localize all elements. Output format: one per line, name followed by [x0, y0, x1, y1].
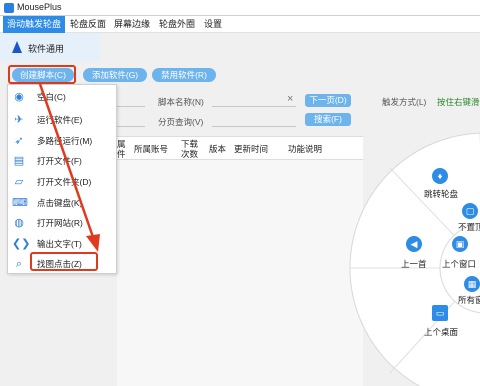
file-icon: ▤ [13, 155, 25, 167]
folder-icon: ▱ [14, 176, 24, 188]
dropdown-item-label: 多路径运行(M) [37, 136, 93, 146]
desktop-icon: ▭ [432, 305, 448, 321]
navigation-arrow-icon [12, 41, 22, 53]
column-header: 下载 次数 [181, 139, 199, 159]
title-bar: MousePlus [0, 0, 480, 16]
airplane-icon: ✈ [14, 114, 24, 126]
tab-slide-trigger-wheel[interactable]: 滑动触发轮盘 [3, 16, 66, 33]
window-icon: ▣ [452, 236, 468, 252]
dropdown-item-label: 点击键盘(K) [37, 198, 83, 208]
wheel-label: 上个桌面 [424, 327, 459, 337]
dropdown-item-label: 打开网站(R) [37, 218, 83, 228]
circle-dot-icon: ◉ [14, 91, 24, 103]
field-underline [117, 126, 145, 127]
script-name-input[interactable] [212, 106, 296, 107]
search-icon: ⌕ [15, 258, 23, 270]
trigger-mode-value[interactable]: 按住右键滑动 [437, 96, 480, 108]
subnav-label: 软件通用 [28, 44, 65, 54]
column-header: 更新时间 [234, 144, 269, 154]
column-header: 所属账号 [134, 144, 169, 154]
dropdown-item-output-text[interactable]: ❮❯ 输出文字(T) [8, 234, 116, 254]
highlight-box [8, 65, 76, 84]
dropdown-item-label: 运行软件(E) [37, 115, 83, 125]
column-header: 版本 [209, 144, 227, 154]
column-header: 功能说明 [288, 144, 323, 154]
dropdown-item-multi-path-run[interactable]: ➶ 多路径运行(M) [8, 131, 116, 151]
subnav-software-common[interactable]: 软件通用 [0, 33, 100, 61]
window-title: MousePlus [17, 2, 62, 12]
page-query-label: 分页查询(V) [158, 117, 204, 127]
next-page-button[interactable]: 下一页(D) [305, 94, 351, 107]
globe-icon: ◍ [14, 217, 24, 229]
dropdown-item-click-keyboard[interactable]: ⌨ 点击键盘(K) [8, 193, 116, 213]
dropdown-item-run-software[interactable]: ✈ 运行软件(E) [8, 110, 116, 130]
wheel-label: 不置顶 [458, 222, 480, 232]
trigger-mode-label: 触发方式(L) [382, 97, 427, 107]
script-name-label: 脚本名称(N) [158, 97, 204, 107]
tab-screen-edge[interactable]: 屏幕边缘 [110, 16, 154, 33]
dropdown-item-label: 打开文件夹(D) [37, 177, 92, 187]
dropdown-item-open-file[interactable]: ▤ 打开文件(F) [8, 151, 116, 171]
dropdown-item-label: 打开文件(F) [37, 156, 82, 166]
column-header: 属 件 [117, 139, 126, 159]
tie-icon: ♦ [432, 168, 448, 184]
rocket-icon: ➶ [14, 135, 24, 147]
previous-icon: ◀ [406, 236, 422, 252]
wheel-label: 所有窗 [458, 295, 480, 305]
clear-icon[interactable]: × [287, 93, 293, 105]
keyboard-icon: ⌨ [12, 197, 28, 209]
table-body [117, 160, 363, 386]
dropdown-item-open-folder[interactable]: ▱ 打开文件夹(D) [8, 172, 116, 192]
table-header: 属 件 所属账号 下载 次数 版本 更新时间 功能说明 [117, 136, 363, 160]
dropdown-item-label: 空白(C) [37, 92, 66, 102]
grid-icon: ▦ [464, 276, 480, 292]
code-icon: ❮❯ [12, 238, 31, 250]
app-icon [4, 3, 14, 13]
tab-wheel-outer[interactable]: 轮盘外圈 [155, 16, 199, 33]
wheel-preview: ♦ 跳转轮盘 ▢ 不置顶 ◀ 上一首 ▣ 上个窗口 ▦ 所有窗 ▭ 上个桌面 [340, 128, 480, 386]
pin-icon: ▢ [462, 203, 478, 219]
dropdown-item-blank[interactable]: ◉ 空白(C) [8, 87, 116, 107]
dropdown-item-open-website[interactable]: ◍ 打开网站(R) [8, 213, 116, 233]
highlight-box [30, 252, 98, 271]
wheel-label: 上个窗口 [442, 259, 477, 269]
search-button[interactable]: 搜索(F) [305, 113, 351, 126]
wheel-label: 上一首 [401, 259, 427, 269]
page-query-input[interactable] [212, 126, 296, 127]
wheel-graphic [349, 132, 480, 386]
dropdown-item-label: 输出文字(T) [37, 239, 82, 249]
tab-wheel-back[interactable]: 轮盘反面 [66, 16, 110, 33]
add-software-button[interactable]: 添加软件(G) [83, 68, 147, 82]
field-underline [117, 106, 145, 107]
disable-software-button[interactable]: 禁用软件(R) [152, 68, 216, 82]
create-script-dropdown: ◉ 空白(C) ✈ 运行软件(E) ➶ 多路径运行(M) ▤ 打开文件(F) ▱… [7, 84, 117, 274]
wheel-label: 跳转轮盘 [424, 189, 459, 199]
tab-settings[interactable]: 设置 [200, 16, 226, 33]
menu-bar: 滑动触发轮盘 轮盘反面 屏幕边缘 轮盘外圈 设置 [0, 16, 480, 33]
